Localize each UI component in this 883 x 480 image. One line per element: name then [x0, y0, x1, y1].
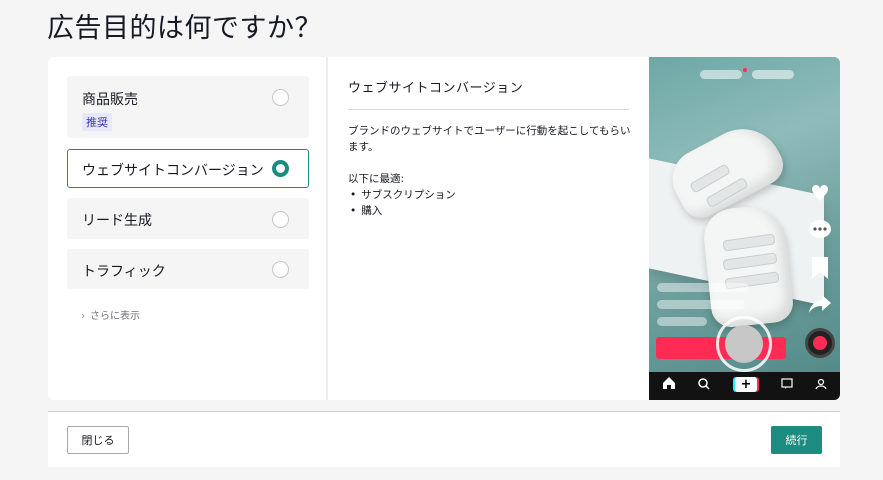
best-for-item: 購入	[350, 203, 456, 219]
top-tab-placeholder	[700, 70, 742, 79]
notification-dot	[743, 68, 747, 72]
top-tab-placeholder	[752, 70, 794, 79]
discover-icon	[694, 376, 714, 396]
option-label: リード生成	[82, 213, 152, 229]
close-button[interactable]: 閉じる	[67, 426, 129, 454]
bookmark-icon	[807, 256, 833, 287]
detail-divider	[348, 109, 629, 110]
option-product-sales[interactable]: 商品販売 推奨	[67, 76, 309, 138]
best-for-label: 以下に最適:	[348, 173, 405, 185]
best-for-item: サブスクリプション	[350, 187, 456, 203]
phone-bottom-nav: +	[649, 372, 840, 400]
option-website-conversion[interactable]: ウェブサイトコンバージョン	[67, 149, 309, 188]
show-more-link[interactable]: › さらに表示	[81, 307, 140, 322]
best-for-list: サブスクリプション 購入	[350, 187, 456, 219]
caption-placeholder	[657, 317, 707, 326]
radio-button[interactable]	[272, 261, 289, 278]
objective-detail: ウェブサイトコンバージョン ブランドのウェブサイトでユーザーに行動を起こしてもら…	[328, 57, 649, 400]
footer-bar: 閉じる 続行	[48, 412, 840, 467]
option-label: トラフィック	[82, 264, 166, 280]
option-label: 商品販売	[82, 92, 138, 108]
option-lead-generation[interactable]: リード生成	[67, 198, 309, 239]
inbox-icon	[777, 376, 797, 396]
objective-card: 商品販売 推奨 ウェブサイトコンバージョン リード生成 トラフィック › さらに表…	[48, 57, 840, 400]
option-traffic[interactable]: トラフィック	[67, 249, 309, 289]
profile-icon	[811, 376, 831, 396]
ad-preview-phone: ♥ +	[649, 57, 840, 400]
option-label: ウェブサイトコンバージョン	[82, 163, 264, 179]
home-icon	[659, 376, 679, 396]
create-icon: +	[735, 377, 757, 392]
radio-button[interactable]	[272, 211, 289, 228]
caption-placeholder	[657, 283, 749, 292]
continue-button[interactable]: 続行	[771, 426, 822, 454]
radio-button-selected[interactable]	[272, 160, 289, 177]
recommended-badge: 推奨	[82, 113, 112, 131]
objective-options: 商品販売 推奨 ウェブサイトコンバージョン リード生成 トラフィック › さらに表…	[48, 57, 326, 400]
radio-button[interactable]	[272, 89, 289, 106]
share-icon	[807, 293, 833, 322]
music-disc-icon	[805, 328, 835, 358]
comment-icon	[807, 219, 833, 249]
heart-icon: ♥	[810, 182, 830, 207]
detail-description: ブランドのウェブサイトでユーザーに行動を起こしてもらいます。	[348, 125, 631, 153]
detail-title: ウェブサイトコンバージョン	[348, 81, 524, 96]
show-more-label: さらに表示	[90, 311, 140, 322]
record-button	[716, 316, 772, 372]
page-title: 広告目的は何ですか？	[47, 13, 322, 44]
caption-placeholder	[657, 300, 745, 309]
chevron-right-icon: ›	[81, 311, 85, 322]
